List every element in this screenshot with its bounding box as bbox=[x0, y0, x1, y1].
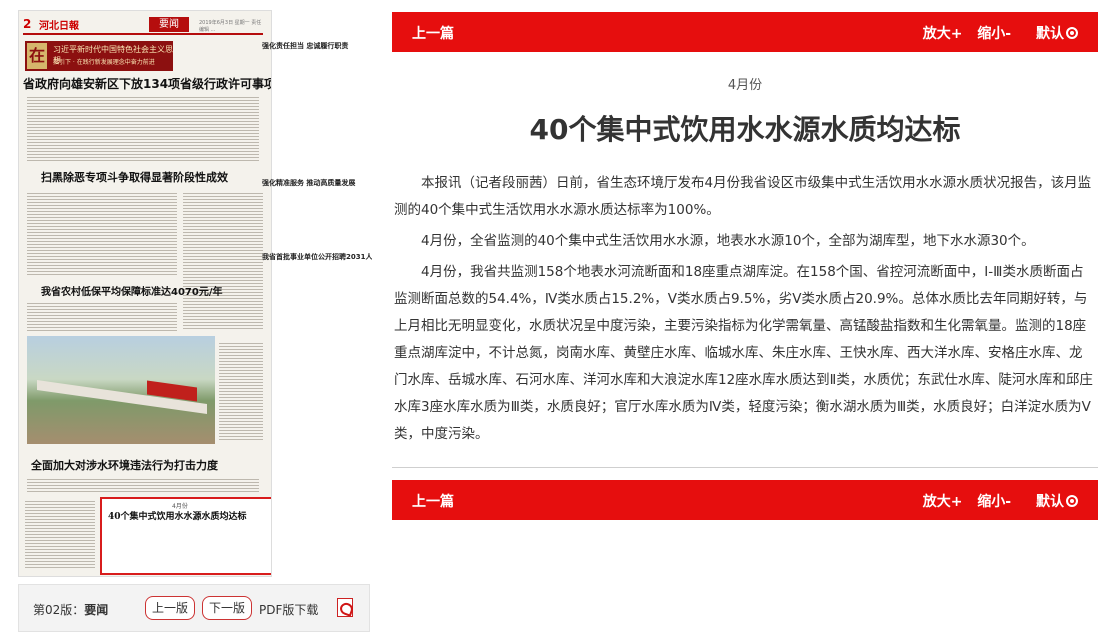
prev-article-button[interactable]: 上一篇 bbox=[412, 491, 454, 511]
newspaper-masthead: 2 河北日報 要闻 2019年6月3日 星期一 责任编辑 ... bbox=[23, 17, 263, 35]
circle-dot-icon bbox=[1066, 27, 1078, 39]
zoom-in-button[interactable]: 放大+ bbox=[923, 26, 963, 42]
page-name: 要闻 bbox=[84, 603, 109, 617]
headline-3[interactable]: 我省农村低保平均保障标准达4070元/年 bbox=[41, 283, 222, 298]
newspaper-logo: 河北日報 bbox=[39, 21, 79, 32]
text-columns bbox=[27, 301, 177, 331]
reset-label: 默认 bbox=[1036, 26, 1064, 42]
zoom-in-button[interactable]: 放大+ bbox=[923, 494, 963, 510]
article-paragraph: 4月份，全省监测的40个集中式生活饮用水水源，地表水水源10个，全部为湖库型，地… bbox=[421, 233, 1035, 249]
page-label: 第02版： bbox=[33, 603, 85, 617]
article-intitle: 4月份 bbox=[727, 78, 763, 93]
bridge-photo[interactable] bbox=[27, 336, 215, 444]
section-tag: 要闻 bbox=[149, 17, 189, 32]
headline-1[interactable]: 省政府向雄安新区下放134项省级行政许可事项 bbox=[23, 75, 271, 92]
article-body: 本报讯（记者段丽茜）日前，省生态环境厅发布4月份我省设区市级集中式生活饮用水水源… bbox=[394, 170, 1094, 452]
zoom-out-button[interactable]: 缩小- bbox=[977, 26, 1011, 42]
circle-dot-icon bbox=[1066, 495, 1078, 507]
pdf-icon[interactable] bbox=[337, 598, 353, 617]
headline-2[interactable]: 扫黑除恶专项斗争取得显著阶段性成效 bbox=[41, 169, 228, 185]
date-line: 2019年6月3日 星期一 责任编辑 ... bbox=[199, 20, 262, 33]
text-columns bbox=[27, 477, 259, 493]
text-columns bbox=[27, 191, 177, 277]
selected-article-highlight[interactable]: 4月份 40个集中式饮用水水源水质均达标 bbox=[100, 497, 271, 575]
article-toolbar-bottom: 上一篇 放大+ 缩小- 默认 bbox=[392, 480, 1098, 520]
zoom-out-button[interactable]: 缩小- bbox=[977, 494, 1011, 510]
text-columns bbox=[219, 341, 263, 441]
highlight-title: 40个集中式饮用水水源水质均达标 bbox=[108, 512, 247, 522]
reset-zoom-button[interactable]: 默认 bbox=[1026, 494, 1078, 510]
article-toolbar-top: 上一篇 放大+ 缩小- 默认 bbox=[392, 12, 1098, 52]
banner-char: 在 bbox=[27, 43, 47, 69]
side-headline[interactable]: 强化责任担当 忠诚履行职责 bbox=[262, 40, 372, 52]
side-headlines: 强化责任担当 忠诚履行职责 bbox=[262, 40, 372, 52]
text-columns bbox=[25, 499, 95, 569]
article-content: 4月份 40个集中式饮用水水源水质均达标 本报讯（记者段丽茜）日前，省生态环境厅… bbox=[392, 52, 1098, 468]
article-paragraph: 4月份，我省共监测158个地表水河流断面和18座重点湖库淀。在158个国、省控河… bbox=[394, 264, 1093, 442]
feature-banner[interactable]: 在 习近平新时代中国特色社会主义思想 指引下 · 在践行新发展理念中奋力前进 bbox=[25, 41, 173, 71]
text-columns bbox=[183, 191, 263, 331]
zoom-controls: 放大+ 缩小- 默认 bbox=[913, 491, 1078, 511]
prev-page-button[interactable]: 上一版 bbox=[145, 596, 196, 620]
newspaper-page-thumbnail[interactable]: 2 河北日報 要闻 2019年6月3日 星期一 责任编辑 ... 在 习近平新时… bbox=[18, 10, 272, 577]
text-columns bbox=[27, 95, 259, 161]
prev-article-button[interactable]: 上一篇 bbox=[412, 23, 454, 43]
side-headline[interactable]: 强化精准服务 推动高质量发展 bbox=[262, 178, 372, 188]
banner-line-2: 指引下 · 在践行新发展理念中奋力前进 bbox=[53, 59, 155, 66]
reset-zoom-button[interactable]: 默认 bbox=[1026, 26, 1078, 42]
next-page-button[interactable]: 下一版 bbox=[202, 596, 253, 620]
page-navigation: 第02版：要闻 上一版 下一版 PDF版下载 bbox=[18, 584, 370, 632]
article-title: 40个集中式饮用水水源水质均达标 bbox=[529, 113, 961, 146]
article-paragraph: 本报讯（记者段丽茜）日前，省生态环境厅发布4月份我省设区市级集中式生活饮用水水源… bbox=[394, 175, 1092, 218]
zoom-controls: 放大+ 缩小- 默认 bbox=[913, 23, 1078, 43]
headline-4[interactable]: 全面加大对涉水环境违法行为打击力度 bbox=[31, 457, 218, 473]
reset-label: 默认 bbox=[1036, 494, 1064, 510]
side-headline[interactable]: 我省首批事业单位公开招聘2031人 bbox=[262, 252, 372, 262]
pdf-download-link[interactable]: PDF版下载 bbox=[259, 601, 318, 618]
page-number: 2 bbox=[23, 17, 32, 31]
